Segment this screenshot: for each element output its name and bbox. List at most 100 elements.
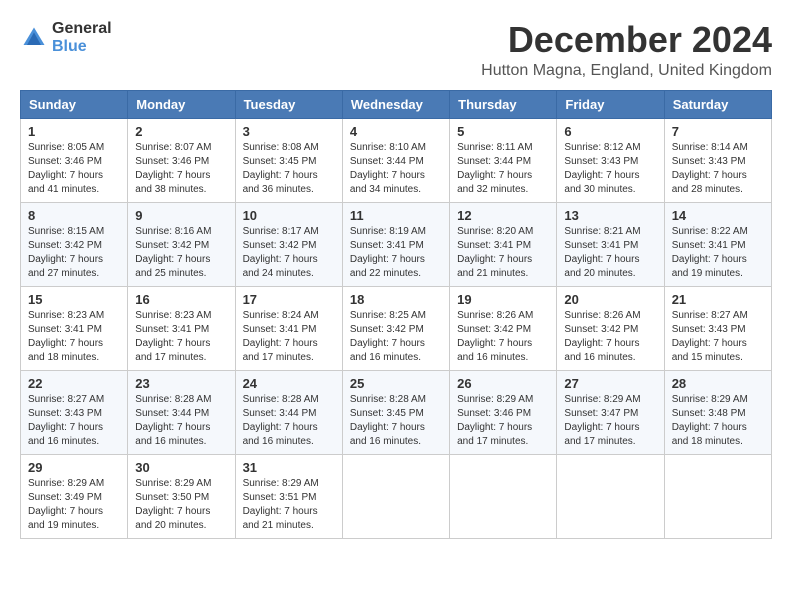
calendar-cell: 29 Sunrise: 8:29 AMSunset: 3:49 PMDayligh… bbox=[21, 454, 128, 538]
week-row: 22 Sunrise: 8:27 AMSunset: 3:43 PMDayligh… bbox=[21, 370, 772, 454]
calendar-cell: 5Sunrise: 8:11 AMSunset: 3:44 PMDaylight… bbox=[450, 118, 557, 202]
cell-info: Sunrise: 8:29 AMSunset: 3:49 PMDaylight:… bbox=[28, 477, 120, 533]
cell-info: Sunrise: 8:12 AMSunset: 3:43 PMDaylight:… bbox=[564, 141, 656, 197]
day-number: 14 bbox=[672, 208, 764, 223]
day-number: 3 bbox=[243, 124, 335, 139]
cell-info: Sunrise: 8:29 AMSunset: 3:48 PMDaylight:… bbox=[672, 393, 764, 449]
calendar-cell: 7Sunrise: 8:14 AMSunset: 3:43 PMDaylight… bbox=[664, 118, 771, 202]
calendar-cell: 8Sunrise: 8:15 AMSunset: 3:42 PMDaylight… bbox=[21, 202, 128, 286]
cell-info: Sunrise: 8:27 AMSunset: 3:43 PMDaylight:… bbox=[28, 393, 120, 449]
header-cell-sunday: Sunday bbox=[21, 90, 128, 118]
day-number: 13 bbox=[564, 208, 656, 223]
day-number: 26 bbox=[457, 376, 549, 391]
cell-info: Sunrise: 8:10 AMSunset: 3:44 PMDaylight:… bbox=[350, 141, 442, 197]
cell-info: Sunrise: 8:20 AMSunset: 3:41 PMDaylight:… bbox=[457, 225, 549, 281]
cell-info: Sunrise: 8:15 AMSunset: 3:42 PMDaylight:… bbox=[28, 225, 120, 281]
day-number: 2 bbox=[135, 124, 227, 139]
calendar-cell: 15 Sunrise: 8:23 AMSunset: 3:41 PMDayligh… bbox=[21, 286, 128, 370]
month-year-title: December 2024 bbox=[481, 20, 772, 60]
header-cell-monday: Monday bbox=[128, 90, 235, 118]
cell-info: Sunrise: 8:24 AMSunset: 3:41 PMDaylight:… bbox=[243, 309, 335, 365]
cell-info: Sunrise: 8:21 AMSunset: 3:41 PMDaylight:… bbox=[564, 225, 656, 281]
cell-info: Sunrise: 8:28 AMSunset: 3:45 PMDaylight:… bbox=[350, 393, 442, 449]
calendar-cell: 10 Sunrise: 8:17 AMSunset: 3:42 PMDayligh… bbox=[235, 202, 342, 286]
cell-info: Sunrise: 8:26 AMSunset: 3:42 PMDaylight:… bbox=[564, 309, 656, 365]
day-number: 15 bbox=[28, 292, 120, 307]
day-number: 6 bbox=[564, 124, 656, 139]
day-number: 11 bbox=[350, 208, 442, 223]
day-number: 21 bbox=[672, 292, 764, 307]
calendar-cell: 2 Sunrise: 8:07 AMSunset: 3:46 PMDaylight… bbox=[128, 118, 235, 202]
calendar-cell: 13 Sunrise: 8:21 AMSunset: 3:41 PMDayligh… bbox=[557, 202, 664, 286]
cell-info: Sunrise: 8:23 AMSunset: 3:41 PMDaylight:… bbox=[135, 309, 227, 365]
calendar-table: SundayMondayTuesdayWednesdayThursdayFrid… bbox=[20, 90, 772, 539]
logo-blue-text: Blue bbox=[52, 38, 87, 55]
calendar-cell: 6 Sunrise: 8:12 AMSunset: 3:43 PMDaylight… bbox=[557, 118, 664, 202]
calendar-cell: 28 Sunrise: 8:29 AMSunset: 3:48 PMDayligh… bbox=[664, 370, 771, 454]
calendar-cell: 18Sunrise: 8:25 AMSunset: 3:42 PMDayligh… bbox=[342, 286, 449, 370]
day-number: 30 bbox=[135, 460, 227, 475]
day-number: 17 bbox=[243, 292, 335, 307]
header-row: SundayMondayTuesdayWednesdayThursdayFrid… bbox=[21, 90, 772, 118]
calendar-cell: 26Sunrise: 8:29 AMSunset: 3:46 PMDayligh… bbox=[450, 370, 557, 454]
cell-info: Sunrise: 8:11 AMSunset: 3:44 PMDaylight:… bbox=[457, 141, 549, 197]
cell-info: Sunrise: 8:17 AMSunset: 3:42 PMDaylight:… bbox=[243, 225, 335, 281]
logo-general-text: General bbox=[52, 20, 112, 37]
day-number: 16 bbox=[135, 292, 227, 307]
day-number: 20 bbox=[564, 292, 656, 307]
day-number: 27 bbox=[564, 376, 656, 391]
day-number: 22 bbox=[28, 376, 120, 391]
day-number: 28 bbox=[672, 376, 764, 391]
calendar-cell: 3 Sunrise: 8:08 AMSunset: 3:45 PMDaylight… bbox=[235, 118, 342, 202]
day-number: 29 bbox=[28, 460, 120, 475]
header-cell-tuesday: Tuesday bbox=[235, 90, 342, 118]
calendar-cell: 31Sunrise: 8:29 AMSunset: 3:51 PMDayligh… bbox=[235, 454, 342, 538]
calendar-cell: 17 Sunrise: 8:24 AMSunset: 3:41 PMDayligh… bbox=[235, 286, 342, 370]
title-area: December 2024 Hutton Magna, England, Uni… bbox=[481, 20, 772, 80]
cell-info: Sunrise: 8:23 AMSunset: 3:41 PMDaylight:… bbox=[28, 309, 120, 365]
calendar-cell bbox=[342, 454, 449, 538]
calendar-cell: 20 Sunrise: 8:26 AMSunset: 3:42 PMDayligh… bbox=[557, 286, 664, 370]
calendar-body: 1Sunrise: 8:05 AMSunset: 3:46 PMDaylight… bbox=[21, 118, 772, 538]
calendar-cell bbox=[450, 454, 557, 538]
calendar-cell: 25 Sunrise: 8:28 AMSunset: 3:45 PMDayligh… bbox=[342, 370, 449, 454]
calendar-cell: 23Sunrise: 8:28 AMSunset: 3:44 PMDayligh… bbox=[128, 370, 235, 454]
cell-info: Sunrise: 8:25 AMSunset: 3:42 PMDaylight:… bbox=[350, 309, 442, 365]
header-cell-thursday: Thursday bbox=[450, 90, 557, 118]
calendar-cell: 9 Sunrise: 8:16 AMSunset: 3:42 PMDaylight… bbox=[128, 202, 235, 286]
calendar-cell bbox=[557, 454, 664, 538]
cell-info: Sunrise: 8:28 AMSunset: 3:44 PMDaylight:… bbox=[243, 393, 335, 449]
week-row: 1Sunrise: 8:05 AMSunset: 3:46 PMDaylight… bbox=[21, 118, 772, 202]
calendar-cell: 1Sunrise: 8:05 AMSunset: 3:46 PMDaylight… bbox=[21, 118, 128, 202]
cell-info: Sunrise: 8:29 AMSunset: 3:51 PMDaylight:… bbox=[243, 477, 335, 533]
header-cell-friday: Friday bbox=[557, 90, 664, 118]
calendar-cell: 16 Sunrise: 8:23 AMSunset: 3:41 PMDayligh… bbox=[128, 286, 235, 370]
calendar-cell: 4Sunrise: 8:10 AMSunset: 3:44 PMDaylight… bbox=[342, 118, 449, 202]
week-row: 15 Sunrise: 8:23 AMSunset: 3:41 PMDayligh… bbox=[21, 286, 772, 370]
day-number: 25 bbox=[350, 376, 442, 391]
cell-info: Sunrise: 8:07 AMSunset: 3:46 PMDaylight:… bbox=[135, 141, 227, 197]
calendar-cell: 27 Sunrise: 8:29 AMSunset: 3:47 PMDayligh… bbox=[557, 370, 664, 454]
calendar-cell bbox=[664, 454, 771, 538]
day-number: 23 bbox=[135, 376, 227, 391]
cell-info: Sunrise: 8:29 AMSunset: 3:47 PMDaylight:… bbox=[564, 393, 656, 449]
calendar-cell: 24Sunrise: 8:28 AMSunset: 3:44 PMDayligh… bbox=[235, 370, 342, 454]
week-row: 29 Sunrise: 8:29 AMSunset: 3:49 PMDayligh… bbox=[21, 454, 772, 538]
calendar-cell: 12Sunrise: 8:20 AMSunset: 3:41 PMDayligh… bbox=[450, 202, 557, 286]
cell-info: Sunrise: 8:19 AMSunset: 3:41 PMDaylight:… bbox=[350, 225, 442, 281]
calendar-cell: 11 Sunrise: 8:19 AMSunset: 3:41 PMDayligh… bbox=[342, 202, 449, 286]
day-number: 19 bbox=[457, 292, 549, 307]
cell-info: Sunrise: 8:08 AMSunset: 3:45 PMDaylight:… bbox=[243, 141, 335, 197]
cell-info: Sunrise: 8:16 AMSunset: 3:42 PMDaylight:… bbox=[135, 225, 227, 281]
logo-icon bbox=[20, 24, 48, 52]
logo: General Blue bbox=[20, 20, 112, 56]
day-number: 10 bbox=[243, 208, 335, 223]
cell-info: Sunrise: 8:05 AMSunset: 3:46 PMDaylight:… bbox=[28, 141, 120, 197]
location-subtitle: Hutton Magna, England, United Kingdom bbox=[481, 62, 772, 80]
cell-info: Sunrise: 8:27 AMSunset: 3:43 PMDaylight:… bbox=[672, 309, 764, 365]
cell-info: Sunrise: 8:22 AMSunset: 3:41 PMDaylight:… bbox=[672, 225, 764, 281]
cell-info: Sunrise: 8:14 AMSunset: 3:43 PMDaylight:… bbox=[672, 141, 764, 197]
header-cell-wednesday: Wednesday bbox=[342, 90, 449, 118]
day-number: 9 bbox=[135, 208, 227, 223]
calendar-cell: 21 Sunrise: 8:27 AMSunset: 3:43 PMDayligh… bbox=[664, 286, 771, 370]
